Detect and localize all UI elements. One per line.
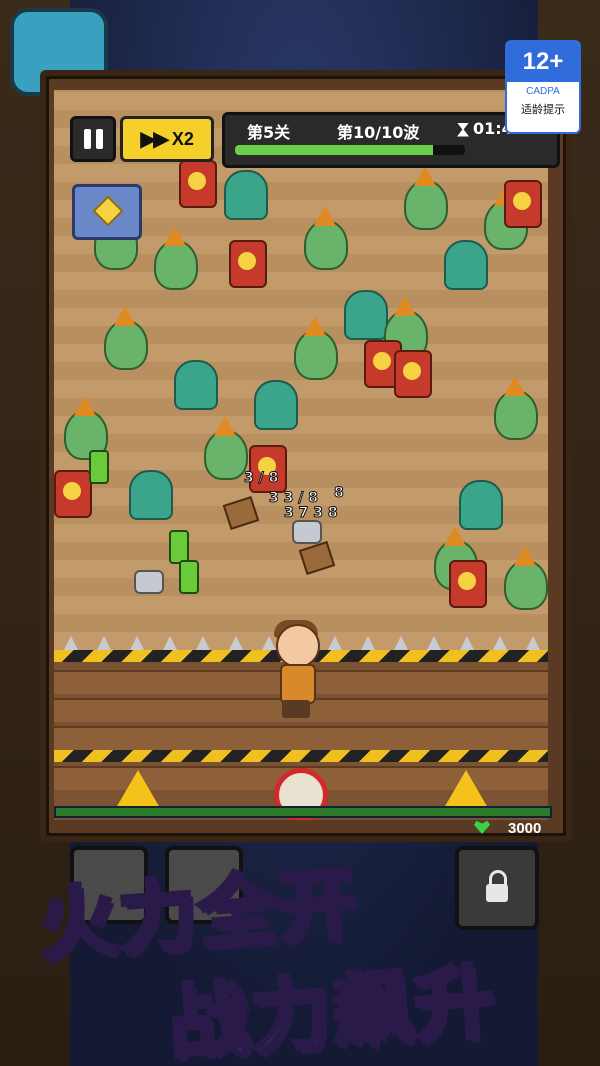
green-canister: [89, 450, 109, 484]
explosive-barrel: [179, 160, 217, 208]
player-hero: [266, 620, 326, 724]
hero-body: [280, 664, 316, 704]
wall-plank: [54, 726, 548, 750]
cone-zombie-enemy: [404, 166, 448, 230]
spike: [361, 636, 375, 650]
hero-head: [276, 624, 320, 668]
lock-icon: [486, 870, 508, 902]
damage-number: 3 3 / 8: [269, 490, 319, 507]
spike: [460, 636, 474, 650]
battlefield: 3 / 8 3 3 / 8 3 7 3 8 8: [54, 90, 548, 650]
spike: [394, 636, 408, 650]
warning-sign-icon: [116, 770, 160, 808]
hazard-stripe: [54, 750, 548, 762]
top-hud: ▶▶ X2 第5关 第10/10波 01:42: [62, 112, 560, 168]
age-rating-badge: 12+ CADPA 适龄提示: [505, 40, 581, 134]
wave-label: 第10/10波: [337, 123, 420, 142]
damage-number: 3 7 3 8: [284, 505, 339, 522]
promo-headline-2: 战力飙升: [164, 953, 502, 1066]
gem-icon: [92, 195, 124, 227]
wooden-crate: [298, 541, 336, 575]
spike: [526, 636, 540, 650]
rock-debris: [134, 570, 164, 594]
green-canister: [169, 530, 189, 564]
ghost-enemy: [174, 360, 218, 410]
speed-label: X2: [171, 128, 194, 149]
cone-zombie-enemy: [204, 416, 248, 480]
explosive-barrel: [229, 240, 267, 288]
ghost-enemy: [459, 480, 503, 530]
age-rating-value: 12+: [507, 42, 579, 82]
explosive-barrel: [394, 350, 432, 398]
spike: [64, 636, 78, 650]
level-label: 第5关: [247, 123, 291, 142]
spike: [97, 636, 111, 650]
base-hp-value: 3000: [508, 820, 542, 837]
pause-icon: [83, 129, 91, 149]
hero-legs: [282, 700, 310, 718]
wave-progress-bar: [235, 145, 465, 155]
game-screen: 3 / 8 3 3 / 8 3 7 3 8 8 ▶▶ X2 第5关 第10/10…: [0, 0, 600, 1066]
cone-zombie-enemy: [104, 306, 148, 370]
spike: [229, 636, 243, 650]
spike: [130, 636, 144, 650]
spike: [493, 636, 507, 650]
pause-icon-bar: [95, 129, 103, 149]
wave-progress-fill: [235, 145, 433, 155]
base-hp-bar: [54, 806, 552, 818]
green-canister: [179, 560, 199, 594]
spike: [427, 636, 441, 650]
ghost-enemy: [129, 470, 173, 520]
spike: [196, 636, 210, 650]
damage-number: 3 / 8: [243, 470, 279, 487]
spike: [163, 636, 177, 650]
ghost-enemy: [344, 290, 388, 340]
cone-zombie-enemy: [504, 546, 548, 610]
wooden-crate: [222, 496, 260, 530]
cone-zombie-enemy: [294, 316, 338, 380]
ghost-enemy: [254, 380, 298, 430]
spike: [328, 636, 342, 650]
pause-button[interactable]: [70, 116, 116, 162]
treasure-chest-icon[interactable]: [72, 184, 142, 240]
ghost-enemy: [444, 240, 488, 290]
hourglass-icon: [457, 122, 469, 137]
cone-zombie-enemy: [154, 226, 198, 290]
age-rating-hint: 适龄提示: [521, 103, 565, 116]
explosive-barrel: [54, 470, 92, 518]
explosive-barrel: [449, 560, 487, 608]
age-rating-org: CADPA: [526, 86, 560, 97]
speed-button[interactable]: ▶▶ X2: [120, 116, 214, 162]
ghost-enemy: [224, 170, 268, 220]
explosive-barrel: [504, 180, 542, 228]
locked-slot-button[interactable]: [455, 846, 539, 930]
rock-debris: [292, 520, 322, 544]
damage-number: 8: [334, 485, 345, 502]
fast-forward-icon: ▶▶: [140, 126, 170, 152]
cone-zombie-enemy: [494, 376, 538, 440]
cone-zombie-enemy: [304, 206, 348, 270]
warning-sign-icon: [444, 770, 488, 808]
